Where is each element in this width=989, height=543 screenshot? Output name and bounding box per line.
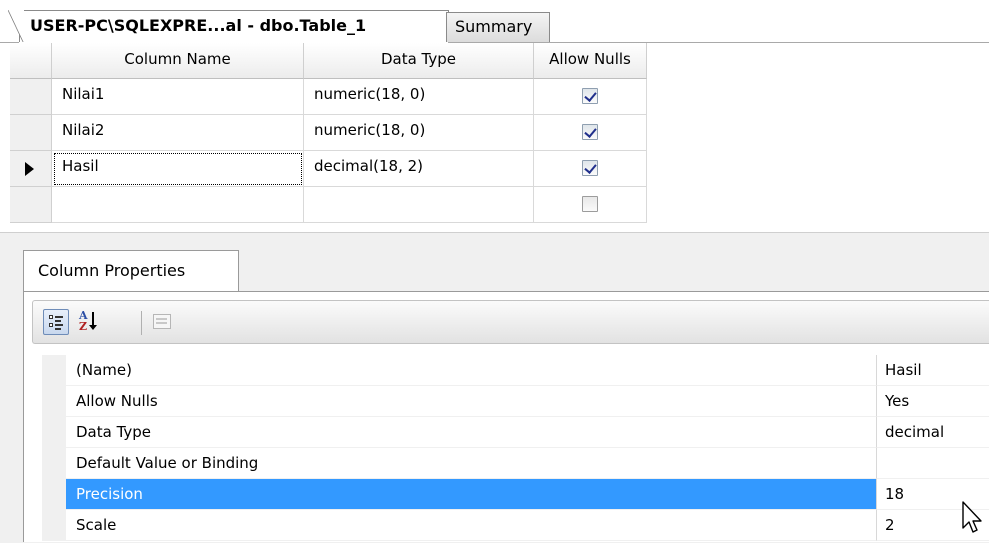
row-selector[interactable] — [10, 151, 52, 187]
data-type-cell[interactable]: numeric(18, 0) — [304, 79, 534, 115]
property-value[interactable]: decimal — [877, 417, 989, 448]
tab-column-properties[interactable]: Column Properties — [23, 250, 239, 292]
column-name-cell[interactable]: Nilai2 — [52, 115, 304, 151]
toolbar-separator — [141, 311, 142, 335]
property-value[interactable]: Hasil — [877, 355, 989, 386]
property-row[interactable]: Default Value or Binding — [42, 448, 989, 479]
property-name: Precision — [66, 479, 877, 510]
row-selector[interactable] — [10, 79, 52, 115]
column-name-cell[interactable]: Nilai1 — [52, 79, 304, 115]
property-name: Scale — [66, 510, 877, 541]
categorized-icon — [49, 314, 63, 330]
tab-table-designer-label: USER-PC\SQLEXPRE...al - dbo.Table_1 — [30, 16, 367, 35]
grid-corner — [10, 43, 52, 79]
allow-nulls-checkbox[interactable] — [582, 196, 598, 212]
allow-nulls-checkbox[interactable] — [582, 88, 598, 104]
allow-nulls-cell — [534, 187, 647, 223]
data-type-cell[interactable]: decimal(18, 2) — [304, 151, 534, 187]
property-pages-button[interactable] — [148, 309, 174, 335]
allow-nulls-checkbox[interactable] — [582, 124, 598, 140]
tab-summary[interactable]: Summary — [446, 12, 550, 42]
data-type-cell[interactable]: numeric(18, 0) — [304, 115, 534, 151]
alphabetical-button[interactable]: AZ — [73, 309, 99, 335]
property-pages-icon — [153, 314, 171, 329]
allow-nulls-cell — [534, 151, 647, 187]
property-row-selected[interactable]: Precision 18 — [42, 479, 989, 510]
categorized-button[interactable] — [43, 309, 69, 335]
allow-nulls-cell — [534, 79, 647, 115]
tab-table-designer[interactable]: USER-PC\SQLEXPRE...al - dbo.Table_1 — [8, 10, 449, 44]
header-column-name[interactable]: Column Name — [52, 43, 304, 79]
row-selector[interactable] — [10, 187, 52, 223]
property-row[interactable]: Data Type decimal — [42, 417, 989, 448]
allow-nulls-checkbox[interactable] — [582, 160, 598, 176]
tab-summary-label: Summary — [455, 17, 533, 36]
property-name: Default Value or Binding — [66, 448, 877, 479]
property-value[interactable]: Yes — [877, 386, 989, 417]
mouse-pointer-icon — [962, 501, 982, 533]
property-row[interactable]: Allow Nulls Yes — [42, 386, 989, 417]
allow-nulls-cell — [534, 115, 647, 151]
column-name-cell[interactable] — [52, 187, 304, 223]
data-type-cell[interactable] — [304, 187, 534, 223]
property-row[interactable]: (Name) Hasil — [42, 355, 989, 386]
property-toolbar: AZ — [32, 300, 989, 344]
property-row[interactable]: Scale 2 — [42, 510, 989, 541]
tab-column-properties-label: Column Properties — [38, 261, 186, 280]
column-name-cell[interactable]: Hasil — [52, 151, 304, 187]
header-data-type[interactable]: Data Type — [304, 43, 534, 79]
current-row-arrow-icon — [25, 162, 34, 176]
property-name: (Name) — [66, 355, 877, 386]
document-tab-strip: USER-PC\SQLEXPRE...al - dbo.Table_1 Summ… — [0, 0, 989, 44]
property-value[interactable] — [877, 448, 989, 479]
property-name: Data Type — [66, 417, 877, 448]
header-allow-nulls[interactable]: Allow Nulls — [534, 43, 647, 79]
property-name: Allow Nulls — [66, 386, 877, 417]
row-selector[interactable] — [10, 115, 52, 151]
